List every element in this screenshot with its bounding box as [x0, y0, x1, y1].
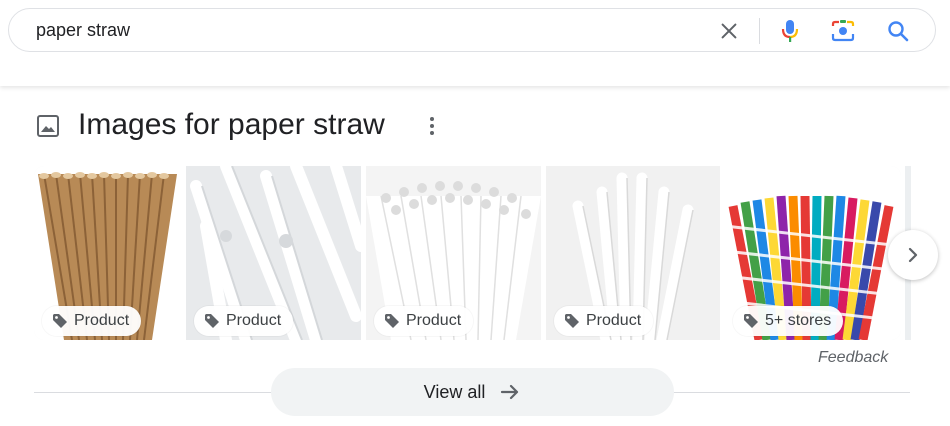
more-options-icon[interactable]: [424, 114, 440, 138]
search-input[interactable]: paper straw: [36, 20, 130, 41]
chip-label: Product: [586, 312, 642, 329]
image-result-2[interactable]: Product: [186, 166, 361, 340]
search-header: paper straw: [0, 0, 950, 86]
image-result-3[interactable]: Product: [366, 166, 541, 340]
tag-icon: [744, 314, 758, 328]
tag-icon: [565, 314, 579, 328]
next-images-button[interactable]: [888, 230, 938, 280]
product-chip: Product: [554, 306, 654, 336]
chip-label: 5+ stores: [765, 312, 832, 329]
image-icon: [36, 114, 60, 138]
search-divider: [759, 18, 760, 44]
view-all-button[interactable]: View all: [271, 368, 674, 416]
tag-icon: [205, 314, 219, 328]
stores-chip: 5+ stores: [733, 306, 844, 336]
image-result-4[interactable]: Product: [546, 166, 720, 340]
view-all-label: View all: [423, 381, 486, 402]
image-result-1[interactable]: Product: [34, 166, 181, 340]
product-chip: Product: [42, 306, 142, 336]
search-icon[interactable]: [884, 17, 912, 45]
clear-icon[interactable]: [715, 17, 743, 45]
search-box[interactable]: paper straw: [8, 8, 936, 52]
chip-label: Product: [406, 312, 462, 329]
image-result-5[interactable]: 5+ stores: [725, 166, 901, 340]
chip-label: Product: [226, 312, 282, 329]
product-chip: Product: [374, 306, 474, 336]
arrow-right-icon: [501, 384, 519, 400]
tag-icon: [385, 314, 399, 328]
feedback-link[interactable]: Feedback: [818, 349, 888, 367]
chevron-right-icon: [908, 247, 918, 263]
product-chip: Product: [194, 306, 294, 336]
camera-lens-icon[interactable]: [829, 17, 857, 45]
tag-icon: [53, 314, 67, 328]
chip-label: Product: [74, 312, 130, 329]
section-title: Images for paper straw: [78, 108, 385, 141]
microphone-icon[interactable]: [776, 17, 804, 45]
